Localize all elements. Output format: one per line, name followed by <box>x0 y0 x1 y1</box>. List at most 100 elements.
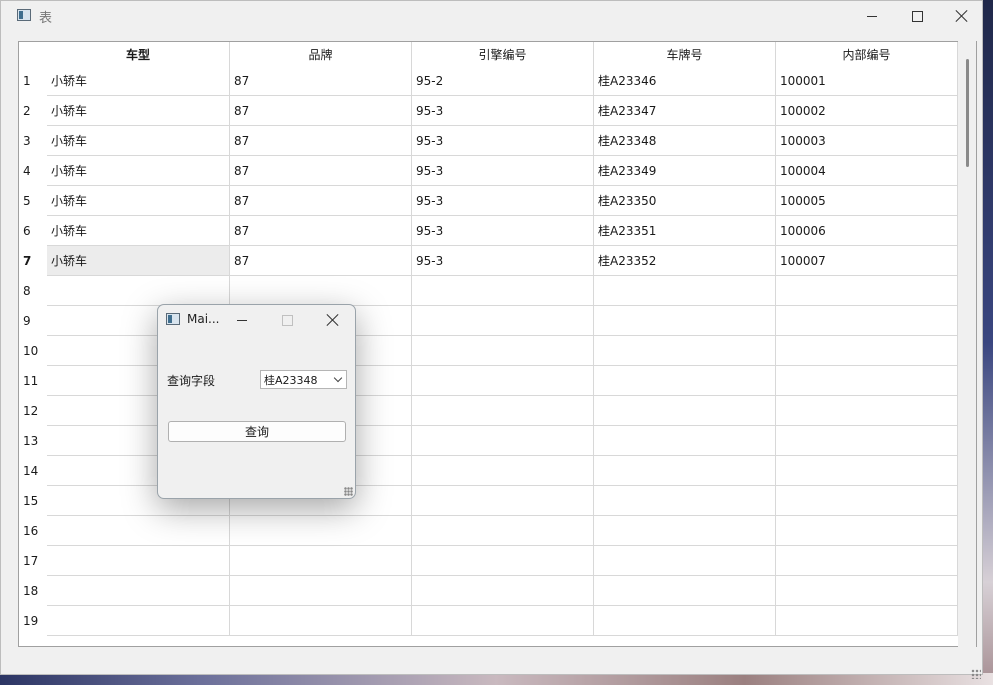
table-cell[interactable] <box>594 486 776 516</box>
query-field-select[interactable]: 桂A23348 <box>260 370 347 389</box>
table-cell[interactable] <box>776 456 958 486</box>
table-cell[interactable] <box>776 486 958 516</box>
row-header[interactable]: 15 <box>19 486 47 516</box>
table-cell[interactable] <box>776 306 958 336</box>
table-cell[interactable]: 100005 <box>776 186 958 216</box>
table-cell[interactable] <box>594 426 776 456</box>
table-cell[interactable] <box>776 426 958 456</box>
table-cell[interactable] <box>47 576 230 606</box>
resize-grip-icon[interactable] <box>971 669 981 679</box>
table-cell[interactable]: 100002 <box>776 96 958 126</box>
table-cell[interactable] <box>47 516 230 546</box>
row-header[interactable]: 5 <box>19 186 47 216</box>
table-cell[interactable] <box>594 306 776 336</box>
table-cell[interactable]: 桂A23348 <box>594 126 776 156</box>
table-cell[interactable] <box>594 336 776 366</box>
table-cell[interactable]: 87 <box>230 186 412 216</box>
table-cell[interactable]: 桂A23350 <box>594 186 776 216</box>
table-cell[interactable]: 桂A23349 <box>594 156 776 186</box>
table-cell[interactable] <box>412 456 594 486</box>
table-cell[interactable]: 95-3 <box>412 96 594 126</box>
row-header[interactable]: 8 <box>19 276 47 306</box>
table-cell[interactable]: 87 <box>230 246 412 276</box>
row-header[interactable]: 6 <box>19 216 47 246</box>
table-cell[interactable]: 95-2 <box>412 66 594 96</box>
column-header[interactable]: 车型 <box>47 42 230 66</box>
table-cell[interactable]: 95-3 <box>412 216 594 246</box>
table-cell[interactable] <box>47 546 230 576</box>
query-button[interactable]: 查询 <box>168 421 346 442</box>
table-cell[interactable]: 小轿车 <box>47 96 230 126</box>
table-cell[interactable]: 100001 <box>776 66 958 96</box>
table-corner-button[interactable] <box>19 42 47 66</box>
dialog-resize-grip-icon[interactable] <box>344 487 353 496</box>
table-cell[interactable] <box>230 606 412 636</box>
table-cell[interactable] <box>594 276 776 306</box>
table-cell[interactable]: 小轿车 <box>47 126 230 156</box>
table-cell[interactable]: 桂A23352 <box>594 246 776 276</box>
table-cell[interactable]: 95-3 <box>412 246 594 276</box>
row-header[interactable]: 16 <box>19 516 47 546</box>
table-cell[interactable]: 87 <box>230 126 412 156</box>
table-cell[interactable] <box>412 366 594 396</box>
table-cell[interactable] <box>594 366 776 396</box>
row-header[interactable]: 18 <box>19 576 47 606</box>
table-cell[interactable] <box>230 576 412 606</box>
row-header[interactable]: 12 <box>19 396 47 426</box>
table-cell[interactable] <box>412 336 594 366</box>
table-cell[interactable] <box>230 516 412 546</box>
column-header[interactable]: 车牌号 <box>594 42 776 66</box>
table-cell[interactable]: 100007 <box>776 246 958 276</box>
table-cell[interactable] <box>776 396 958 426</box>
table-cell[interactable] <box>776 276 958 306</box>
row-header[interactable]: 11 <box>19 366 47 396</box>
table-cell[interactable]: 小轿车 <box>47 186 230 216</box>
table-cell[interactable]: 87 <box>230 156 412 186</box>
table-cell[interactable]: 小轿车 <box>47 216 230 246</box>
table-cell[interactable] <box>412 606 594 636</box>
row-header[interactable]: 9 <box>19 306 47 336</box>
dialog-minimize-button[interactable] <box>222 305 262 335</box>
table-cell[interactable] <box>594 456 776 486</box>
table-cell[interactable] <box>776 546 958 576</box>
table-cell[interactable] <box>594 396 776 426</box>
table-cell[interactable]: 桂A23347 <box>594 96 776 126</box>
scrollbar-thumb[interactable] <box>966 59 969 167</box>
maximize-button[interactable] <box>894 1 940 31</box>
dialog-title-bar[interactable]: Mai... <box>158 305 355 335</box>
table-cell[interactable]: 桂A23346 <box>594 66 776 96</box>
title-bar[interactable]: 表 <box>1 1 982 31</box>
row-header[interactable]: 7 <box>19 246 47 276</box>
vertical-scrollbar[interactable] <box>958 41 976 647</box>
table-cell[interactable]: 95-3 <box>412 156 594 186</box>
table-cell[interactable] <box>776 366 958 396</box>
row-header[interactable]: 1 <box>19 66 47 96</box>
table-cell[interactable]: 小轿车 <box>47 156 230 186</box>
row-header[interactable]: 4 <box>19 156 47 186</box>
row-header[interactable]: 14 <box>19 456 47 486</box>
table-cell[interactable]: 95-3 <box>412 186 594 216</box>
table-cell[interactable] <box>776 576 958 606</box>
minimize-button[interactable] <box>849 1 895 31</box>
table-cell[interactable]: 95-3 <box>412 126 594 156</box>
table-cell[interactable] <box>230 546 412 576</box>
table-cell[interactable] <box>594 516 776 546</box>
table-cell[interactable] <box>412 546 594 576</box>
table-cell[interactable] <box>412 396 594 426</box>
table-cell[interactable] <box>776 516 958 546</box>
table-cell[interactable] <box>412 306 594 336</box>
table-cell[interactable] <box>412 516 594 546</box>
table-cell[interactable] <box>47 276 230 306</box>
row-header[interactable]: 19 <box>19 606 47 636</box>
table-cell[interactable] <box>594 576 776 606</box>
table-cell[interactable]: 100006 <box>776 216 958 246</box>
column-header[interactable]: 品牌 <box>230 42 412 66</box>
row-header[interactable]: 2 <box>19 96 47 126</box>
column-header[interactable]: 内部编号 <box>776 42 958 66</box>
row-header[interactable]: 17 <box>19 546 47 576</box>
table-cell[interactable] <box>47 606 230 636</box>
dialog-close-button[interactable] <box>313 305 353 335</box>
table-cell[interactable]: 桂A23351 <box>594 216 776 246</box>
row-header[interactable]: 10 <box>19 336 47 366</box>
table-cell[interactable]: 100003 <box>776 126 958 156</box>
